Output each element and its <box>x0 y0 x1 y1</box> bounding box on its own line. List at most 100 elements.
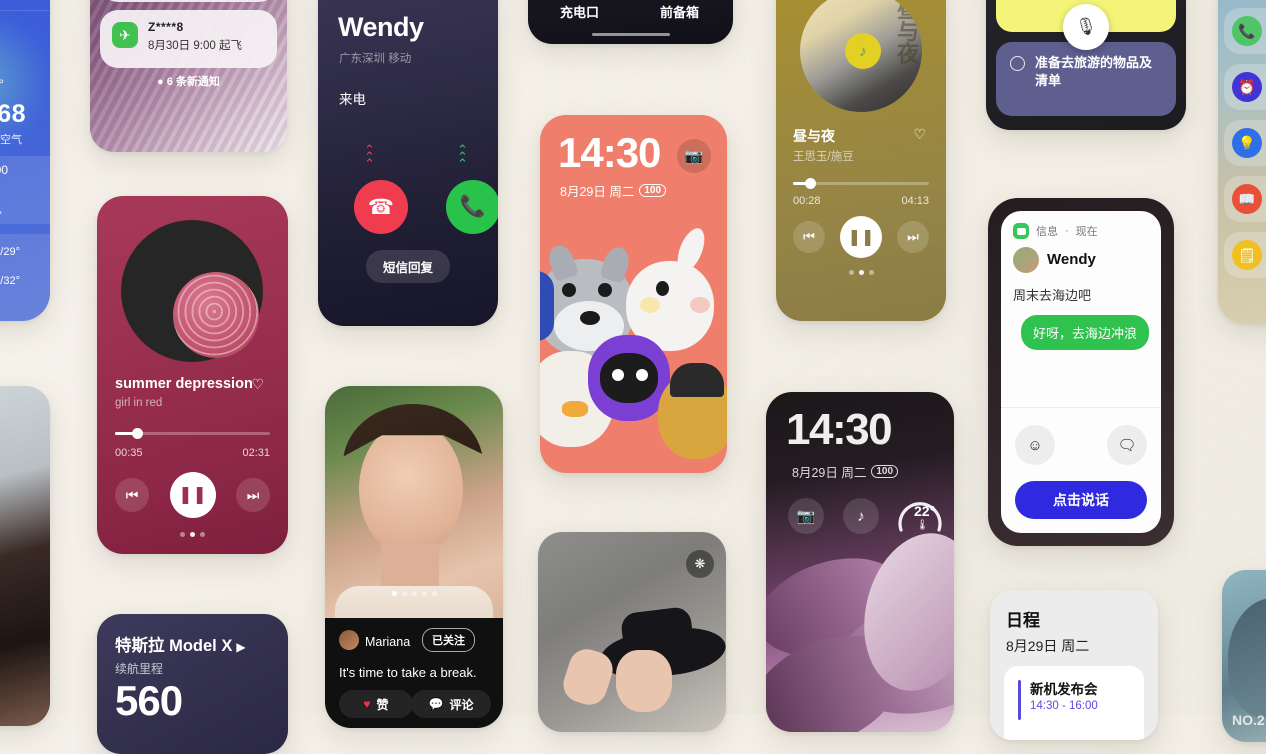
frunk-button[interactable]: 前备箱 <box>660 2 699 21</box>
shortcuts-rail-card[interactable]: 常用控 📞 ⏰ 💡 📖 🗒 <box>1218 0 1266 324</box>
book-icon[interactable]: 📖 <box>1232 184 1262 214</box>
notification-stack-card[interactable]: Roary/Iolite ⏮ ▶ ⏭ ✈ Z****8 8月30日 9:00 起… <box>90 0 287 152</box>
alarm-icon[interactable]: ⏰ <box>1232 72 1262 102</box>
charge-port-button[interactable]: 充电口 <box>560 2 599 21</box>
total-duration: 02:31 <box>242 447 270 459</box>
quick-reply-icon[interactable]: 🗨 <box>1107 425 1147 465</box>
music-player-gold-card[interactable]: 昼与夜 ♪ 昼与夜 ♡ 王思玉/施豆 00:28 04:13 ⏮ ❚❚ ⏭ <box>776 0 946 321</box>
incoming-message-bubble: 周末去海边吧 <box>1013 288 1092 303</box>
album-art-circle <box>173 272 259 358</box>
avatar <box>1013 247 1039 273</box>
hat-photo-card[interactable]: ❋ <box>538 532 726 732</box>
skip-forward-icon[interactable]: ⏭ <box>897 221 929 253</box>
post-username[interactable]: Mariana <box>365 635 410 649</box>
heart-outline-icon[interactable]: ♡ <box>251 376 264 393</box>
sms-reply-button[interactable]: 短信回复 <box>365 250 451 283</box>
vinyl-ring <box>121 220 263 362</box>
phone-down-icon[interactable]: ☎ <box>354 180 408 234</box>
push-to-talk-button[interactable]: 点击说话 <box>1015 481 1147 519</box>
incoming-call-card[interactable]: Wendy 广东深圳 移动 来电 ⌃ ⌃ ⌃ ⌃ ⌃ ⌃ ☎ 📞 短信回复 <box>318 0 498 326</box>
abstract-artwork <box>1228 598 1266 718</box>
todo-item-2[interactable]: 准备去旅游的物品及清单 <box>996 42 1176 116</box>
phone-screen[interactable]: 信息 · 现在 Wendy 周末去海边吧 好呀，去海边冲浪 ☺ 🗨 点击说话 <box>1001 211 1161 533</box>
vehicle-name: 特斯拉 Model X ▶ <box>115 637 246 655</box>
elapsed-time: 00:35 <box>115 447 143 459</box>
lockscreen-feather-card[interactable]: 14:30 8月29日 周二 100 📷 ♪ 22° 🌡 <box>766 392 954 732</box>
call-status: 来电 <box>339 92 366 107</box>
model-face <box>616 650 672 712</box>
music-note-icon[interactable]: ♪ <box>843 498 879 534</box>
calendar-card[interactable]: 日程 8月29日 周二 新机发布会 14:30 - 16:00 <box>990 590 1158 740</box>
heart-outline-icon[interactable]: ♡ <box>913 126 926 143</box>
calendar-event-row[interactable]: 新机发布会 14:30 - 16:00 <box>1004 666 1144 740</box>
progress-slider[interactable] <box>115 428 270 439</box>
weather-aqi-label: 空气 <box>0 134 22 146</box>
character-cat-face <box>600 353 658 403</box>
disc-artwork-text: 昼与夜 <box>894 0 919 64</box>
music-notification-panel[interactable] <box>100 0 277 2</box>
character-bear-cap <box>670 363 724 397</box>
messages-phone-card[interactable]: 信息 · 现在 Wendy 周末去海边吧 好呀，去海边冲浪 ☺ 🗨 点击说话 <box>988 198 1174 546</box>
photo-page-indicator <box>325 591 503 596</box>
no2-label: NO.2 <box>1232 712 1265 728</box>
more-notifications-label[interactable]: ● 6 条新通知 <box>90 73 287 89</box>
message-app-header: 信息 · 现在 <box>1013 223 1098 239</box>
caller-name: Wendy <box>338 12 424 42</box>
heart-filled-icon: ♥ <box>363 697 371 711</box>
divider <box>1001 407 1161 408</box>
notes-icon[interactable]: 🗒 <box>1232 240 1262 270</box>
camera-icon[interactable]: 📷 <box>788 498 824 534</box>
daily-range-1: 2°/29° <box>0 246 20 258</box>
contact-name: Wendy <box>1047 251 1096 268</box>
todo-item-text: 准备去旅游的物品及清单 <box>1035 55 1153 88</box>
character-wolf-eye-left <box>562 283 576 297</box>
calendar-title: 日程 <box>1006 611 1040 630</box>
chevron-right-icon[interactable]: ▶ <box>236 640 245 654</box>
progress-knob[interactable] <box>132 428 144 439</box>
social-post-card[interactable]: Mariana 已关注 It's time to take a break. ♥… <box>325 386 503 728</box>
travel-app-icon: ✈ <box>112 22 138 48</box>
todo-voice-card[interactable]: 准备9月冰岛之旅攻略 准备去旅游的物品及清单 🎙 <box>986 0 1186 130</box>
header-separator: · <box>1065 225 1069 237</box>
transport-controls[interactable]: ⏮ ❚❚ ⏭ <box>793 216 929 258</box>
lock-time: 14:30 <box>786 405 893 454</box>
checkbox-icon[interactable] <box>1010 56 1025 71</box>
weather-gauge-widget[interactable]: 22° 🌡 <box>896 494 942 538</box>
skip-back-icon[interactable]: ⏮ <box>115 478 149 512</box>
car-controls-card[interactable]: 充电口 前备箱 <box>528 0 733 44</box>
no2-wallpaper-card[interactable]: NO.2 <box>1222 570 1266 742</box>
character-blue-body <box>540 271 554 341</box>
avatar[interactable] <box>339 630 359 650</box>
disc-hub-icon: ♪ <box>845 33 881 69</box>
weather-widget-card[interactable]: 6° 68 空气 18:00 ☀ 28° 2°/29° 5°/32° <box>0 0 50 321</box>
lightbulb-icon[interactable]: 💡 <box>1232 128 1262 158</box>
skip-back-icon[interactable]: ⏮ <box>793 221 825 253</box>
lockscreen-cartoon-card[interactable]: 14:30 8月29日 周二 100 📷 <box>540 115 727 473</box>
phone-icon[interactable]: 📞 <box>446 180 498 234</box>
transport-controls[interactable]: ⏮ ❚❚ ⏭ <box>115 472 270 518</box>
pause-icon[interactable]: ❚❚ <box>840 216 882 258</box>
progress-slider[interactable] <box>793 178 929 189</box>
camera-icon[interactable]: 📷 <box>677 139 711 173</box>
skip-forward-icon[interactable]: ⏭ <box>236 478 270 512</box>
character-wolf-ear-right <box>599 244 633 284</box>
caller-carrier: 广东深圳 移动 <box>339 53 412 65</box>
progress-knob[interactable] <box>805 178 817 189</box>
emoji-icon[interactable]: ☺ <box>1015 425 1055 465</box>
thermometer-icon: 🌡 <box>916 520 929 531</box>
tesla-vehicle-card[interactable]: 特斯拉 Model X ▶ 续航里程 560 <box>97 614 288 754</box>
music-player-red-card[interactable]: summer depression ♡ girl in red 00:35 02… <box>97 196 288 554</box>
portrait-wallpaper-card[interactable]: ✧ <box>0 386 50 726</box>
lock-date-row: 8月29日 周二 100 <box>560 181 667 200</box>
gauge-temperature: 22° <box>914 503 936 519</box>
lock-date: 8月29日 周二 <box>792 466 867 480</box>
song-title: 昼与夜 <box>793 128 835 144</box>
microphone-icon[interactable]: 🎙 <box>1063 4 1109 50</box>
phone-icon[interactable]: 📞 <box>1232 16 1262 46</box>
flight-notification-detail: 8月30日 9:00 起飞 <box>148 40 242 52</box>
messages-app-icon <box>1013 223 1029 239</box>
follow-button[interactable]: 已关注 <box>422 628 475 652</box>
pause-icon[interactable]: ❚❚ <box>169 472 216 518</box>
song-artist: 王思玉/施豆 <box>793 151 854 163</box>
hat-crown <box>619 605 695 655</box>
